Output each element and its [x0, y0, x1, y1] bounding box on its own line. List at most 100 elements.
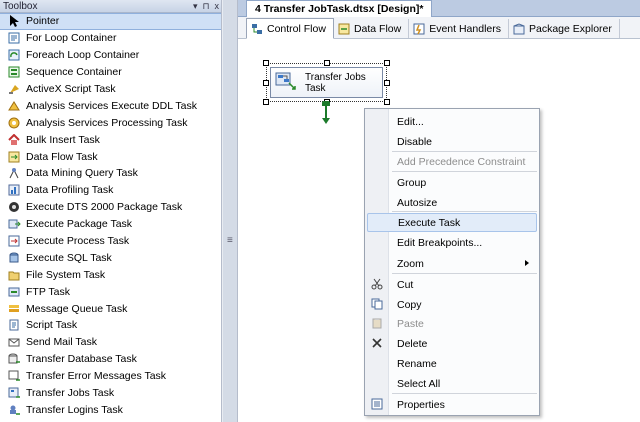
panel-splitter[interactable]: ≡ — [222, 0, 238, 422]
delete-x-icon — [371, 337, 385, 350]
tab-label: Data Flow — [353, 22, 402, 35]
tab-label: Package Explorer — [529, 22, 612, 35]
toolbox-item[interactable]: Transfer Jobs Task — [0, 385, 221, 402]
toolbox-item[interactable]: Sequence Container — [0, 64, 221, 81]
menu-item-zoom[interactable]: Zoom — [367, 254, 537, 273]
toolbox-item[interactable]: Execute DTS 2000 Package Task — [0, 199, 221, 216]
toolbox-item-label: Analysis Services Processing Task — [26, 116, 188, 129]
toolbox-item-label: Data Flow Task — [26, 150, 98, 163]
toolbox-item-label: Data Mining Query Task — [26, 167, 138, 180]
precedence-arrow-head-icon[interactable] — [322, 118, 330, 124]
file-system-icon — [8, 269, 21, 281]
data-flow-icon — [8, 151, 21, 163]
menu-item-paste[interactable]: Paste — [367, 314, 537, 333]
menu-item-edit[interactable]: Edit... — [367, 112, 537, 131]
toolbox-item-label: Send Mail Task — [26, 336, 98, 349]
toolbox-item[interactable]: Foreach Loop Container — [0, 47, 221, 64]
toolbox-item-label: Sequence Container — [26, 66, 122, 79]
execute-sql-icon — [8, 252, 21, 264]
menu-item-copy[interactable]: Copy — [367, 295, 537, 314]
splitter-grip-icon[interactable]: ≡ — [227, 235, 233, 246]
document-tab-strip: 4 Transfer JobTask.dtsx [Design]* — [238, 0, 640, 17]
resize-handle[interactable] — [384, 80, 390, 86]
sequence-container-icon — [8, 66, 21, 78]
toolbox-item[interactable]: File System Task — [0, 266, 221, 283]
toolbox-item-label: Execute SQL Task — [26, 251, 112, 264]
task-label: Transfer Jobs Task — [305, 72, 366, 94]
toolbox-item[interactable]: Transfer Database Task — [0, 351, 221, 368]
resize-handle[interactable] — [384, 99, 390, 105]
resize-handle[interactable] — [263, 80, 269, 86]
menu-item-label: Cut — [397, 278, 414, 291]
close-icon[interactable]: x — [215, 0, 220, 13]
menu-separator — [392, 171, 537, 172]
toolbox-item[interactable]: Transfer Error Messages Task — [0, 368, 221, 385]
toolbox-item-label: Execute Process Task — [26, 235, 130, 248]
toolbox-item[interactable]: Bulk Insert Task — [0, 131, 221, 148]
document-tab[interactable]: 4 Transfer JobTask.dtsx [Design]* — [246, 0, 433, 17]
toolbox-item[interactable]: Execute Package Task — [0, 216, 221, 233]
menu-item-disable[interactable]: Disable — [367, 132, 537, 151]
menu-item-label: Select All — [397, 377, 441, 390]
resize-handle[interactable] — [324, 60, 330, 66]
menu-item-edit-breakpoints[interactable]: Edit Breakpoints... — [367, 233, 537, 252]
pin-icon[interactable]: ⊓ — [202, 0, 209, 13]
toolbox-list: Pointer For Loop Container Foreach Loop Co… — [0, 13, 221, 418]
menu-separator — [392, 393, 537, 394]
toolbox-item[interactable]: Data Mining Query Task — [0, 165, 221, 182]
menu-item-group[interactable]: Group — [367, 173, 537, 192]
toolbox-item[interactable]: Execute Process Task — [0, 233, 221, 250]
message-queue-icon — [8, 303, 21, 315]
tab-data-flow[interactable]: Data Flow — [334, 19, 410, 38]
menu-item-select-all[interactable]: Select All — [367, 374, 537, 393]
resize-handle[interactable] — [263, 60, 269, 66]
tab-package-explorer[interactable]: Package Explorer — [509, 19, 620, 38]
data-flow-tab-icon — [338, 23, 350, 35]
menu-item-autosize[interactable]: Autosize — [367, 193, 537, 212]
toolbox-item[interactable]: Transfer Logins Task — [0, 401, 221, 418]
context-menu: Edit... Disable Add Precedence Constraint G… — [364, 108, 540, 416]
toolbox-item[interactable]: FTP Task — [0, 283, 221, 300]
menu-item-label: Rename — [397, 357, 437, 370]
toolbox-item[interactable]: For Loop Container — [0, 30, 221, 47]
resize-handle[interactable] — [263, 99, 269, 105]
toolbox-item-label: Execute Package Task — [26, 218, 133, 231]
tab-label: Event Handlers — [429, 22, 501, 35]
toolbox-item-label: Execute DTS 2000 Package Task — [26, 201, 183, 214]
toolbox-item-label: Message Queue Task — [26, 302, 128, 315]
menu-item-delete[interactable]: Delete — [367, 334, 537, 353]
toolbox-item[interactable]: Analysis Services Execute DDL Task — [0, 97, 221, 114]
toolbox-item[interactable]: Data Profiling Task — [0, 182, 221, 199]
toolbox-item[interactable]: Data Flow Task — [0, 148, 221, 165]
send-mail-icon — [8, 336, 21, 348]
tab-control-flow[interactable]: Control Flow — [246, 18, 334, 39]
toolbox-item[interactable]: Analysis Services Processing Task — [0, 114, 221, 131]
menu-item-add-precedence-constraint[interactable]: Add Precedence Constraint — [367, 152, 537, 171]
execute-dts-icon — [8, 201, 21, 213]
designer-tab-strip: Control Flow Data Flow Event Handlers Packa… — [238, 17, 640, 39]
menu-item-rename[interactable]: Rename — [367, 354, 537, 373]
toolbox-item-label: ActiveX Script Task — [26, 83, 116, 95]
toolbox-item[interactable]: Send Mail Task — [0, 334, 221, 351]
execute-process-icon — [8, 235, 21, 247]
menu-item-properties[interactable]: Properties — [367, 395, 537, 414]
scissors-icon — [371, 278, 385, 291]
toolbox-item[interactable]: Execute SQL Task — [0, 249, 221, 266]
package-explorer-icon — [513, 22, 525, 35]
tab-label: Control Flow — [267, 22, 326, 35]
resize-handle[interactable] — [384, 60, 390, 66]
toolbox-item[interactable]: Script Task — [0, 317, 221, 334]
menu-item-execute-task[interactable]: Execute Task — [367, 213, 537, 232]
tab-event-handlers[interactable]: Event Handlers — [409, 19, 509, 38]
toolbox-title: Toolbox — [3, 1, 38, 12]
toolbox-item-label: Transfer Error Messages Task — [26, 370, 167, 383]
toolbox-item[interactable]: Message Queue Task — [0, 300, 221, 317]
toolbox-item-label: Pointer — [26, 15, 60, 28]
transfer-jobs-task[interactable]: Transfer Jobs Task — [263, 60, 390, 105]
toolbox-item[interactable]: Pointer — [0, 13, 221, 30]
dropdown-icon[interactable]: ▾ — [193, 0, 198, 13]
menu-item-cut[interactable]: Cut — [367, 275, 537, 294]
toolbox-item[interactable]: ActiveX Script Task — [0, 81, 221, 98]
toolbox-panel: Toolbox ▾ ⊓ x Pointer For Loop Container F… — [0, 0, 222, 422]
task-body[interactable]: Transfer Jobs Task — [270, 67, 383, 98]
